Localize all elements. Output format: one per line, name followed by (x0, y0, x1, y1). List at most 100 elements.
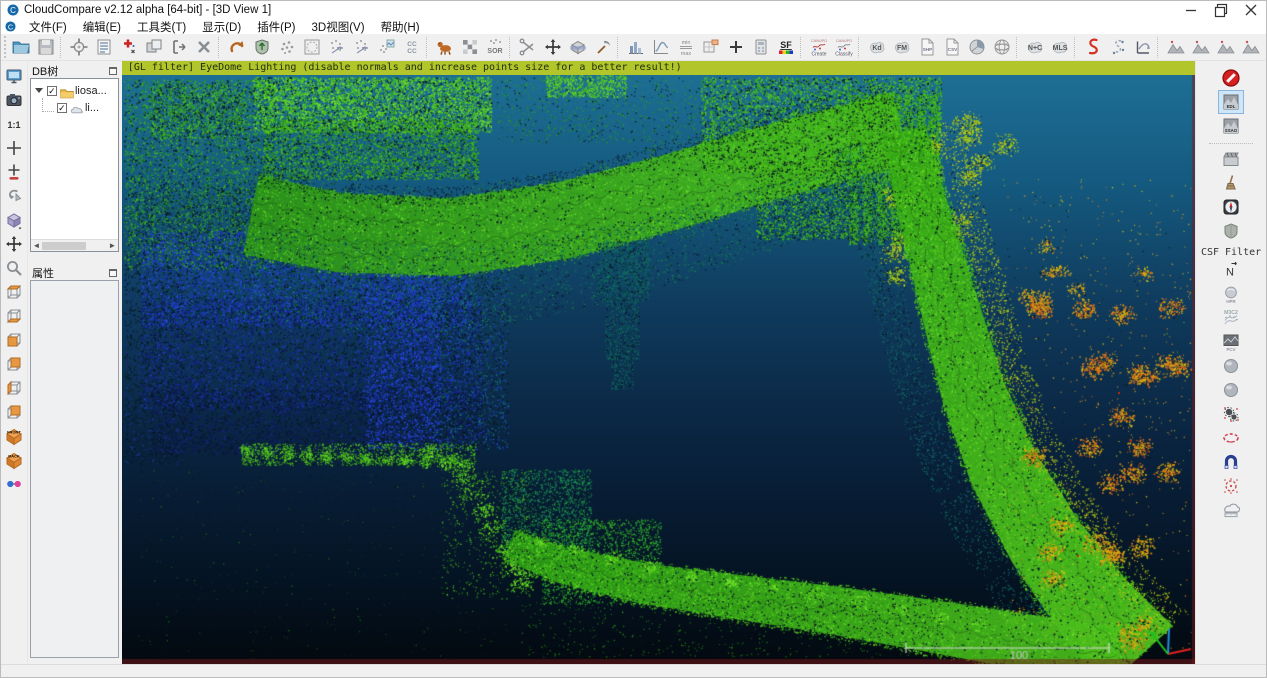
visibility-checkbox[interactable]: ✓ (47, 86, 57, 96)
view-back-button[interactable] (3, 354, 25, 374)
terrain-plugin-1-button[interactable] (1163, 35, 1188, 60)
auto-pick-center-button[interactable] (3, 162, 25, 182)
compute-normals-button[interactable] (249, 35, 274, 60)
sf-arithmetic-button[interactable] (748, 35, 773, 60)
view-front-button[interactable] (3, 330, 25, 350)
render-screen-button[interactable] (3, 66, 25, 86)
properties-list-button[interactable] (91, 35, 116, 60)
view-right-button[interactable] (3, 402, 25, 422)
view-front-solid-button[interactable]: FRONT (3, 426, 25, 446)
close-button[interactable] (1236, 1, 1266, 19)
sample-points-button[interactable] (299, 35, 324, 60)
3d-viewport[interactable]: [GL filter] EyeDome Lighting (disable no… (122, 61, 1195, 664)
subsample-button[interactable] (324, 35, 349, 60)
canupo-classify-button[interactable]: CANUPOClassify (831, 35, 856, 60)
m3c2-button[interactable]: M3C2 (1219, 307, 1243, 329)
terrain-plugin-2-button[interactable] (1188, 35, 1213, 60)
add-constant-sf-button[interactable] (723, 35, 748, 60)
zoom-1-1-button[interactable]: 1:1 (3, 114, 25, 134)
canupo-create-button[interactable]: CANUPOCreate (806, 35, 831, 60)
ellipser-button[interactable] (1219, 427, 1243, 449)
db-tree[interactable]: ✓liosa...✓li... ◄ ► (30, 78, 119, 252)
delete-button[interactable] (191, 35, 216, 60)
iso-view-button[interactable] (3, 210, 25, 230)
menu-d[interactable]: 显示(D) (194, 19, 249, 34)
merge-button[interactable] (166, 35, 191, 60)
disable-filters-button[interactable] (1219, 67, 1243, 89)
label-connected-button[interactable] (698, 35, 723, 60)
menu-h[interactable]: 帮助(H) (373, 19, 428, 34)
interactive-transform-button[interactable] (540, 35, 565, 60)
visibility-checkbox[interactable]: ✓ (57, 103, 67, 113)
zoom-fit-button[interactable] (3, 258, 25, 278)
sf-color-scale-button[interactable]: SF (773, 35, 798, 60)
db-tree-float-button[interactable] (109, 67, 117, 75)
screenshot-button[interactable] (3, 90, 25, 110)
terrain-plugin-4-button[interactable] (1238, 35, 1263, 60)
global-shift-button[interactable] (66, 35, 91, 60)
point-list-picking-button[interactable] (116, 35, 141, 60)
view-bottom-button[interactable] (3, 306, 25, 326)
pcv-button[interactable]: PCV (1219, 331, 1243, 353)
facets-button[interactable] (1219, 220, 1243, 242)
scroll-right-icon[interactable]: ► (107, 240, 118, 251)
segment-button[interactable] (515, 35, 540, 60)
cross-section-button[interactable] (565, 35, 590, 60)
clone-button[interactable] (141, 35, 166, 60)
csv-export-button[interactable]: CSV (939, 35, 964, 60)
clean-broom-button[interactable] (1219, 172, 1243, 194)
cloud-cloud-interp-button[interactable]: CCCC (399, 35, 424, 60)
facets-fm-button[interactable]: FM (889, 35, 914, 60)
menu-dv[interactable]: 3D视图(V) (304, 19, 373, 34)
rotate-view-button[interactable] (3, 186, 25, 206)
circle-fit-button[interactable] (1219, 475, 1243, 497)
terrain-plugin-5-button[interactable] (1263, 35, 1266, 60)
menu-e[interactable]: 编辑(E) (75, 19, 129, 34)
hpr-button[interactable]: HPR (1219, 283, 1243, 305)
sketch-points-button[interactable] (1105, 35, 1130, 60)
view-left-button[interactable] (3, 378, 25, 398)
pan-view-button[interactable] (3, 234, 25, 254)
ssao-filter-button[interactable]: SSAO (1219, 115, 1243, 137)
pick-rotation-center-button[interactable] (590, 35, 615, 60)
gaussian-filter-button[interactable] (432, 35, 457, 60)
view-top-button[interactable] (3, 282, 25, 302)
ransac-shapes-button[interactable] (1219, 379, 1243, 401)
octree-button[interactable] (274, 35, 299, 60)
sketch-curve-button[interactable] (1080, 35, 1105, 60)
hough-normals-button[interactable]: N (1219, 259, 1243, 281)
histogram-button[interactable] (623, 35, 648, 60)
restore-button[interactable] (1206, 1, 1236, 19)
translate-rotate-button[interactable] (224, 35, 249, 60)
open-file-button[interactable] (8, 35, 33, 60)
stereo-glasses-button[interactable] (3, 474, 25, 494)
set-pivot-center-button[interactable] (3, 138, 25, 158)
menu-f[interactable]: 文件(F) (21, 19, 75, 34)
tree-item-1[interactable]: ✓li... (31, 99, 118, 116)
mls-smoothing-button[interactable]: MLS (1047, 35, 1072, 60)
gears-button[interactable] (1219, 403, 1243, 425)
terrain-plugin-3-button[interactable] (1213, 35, 1238, 60)
scroll-left-icon[interactable]: ◄ (31, 240, 42, 251)
shp-export-button[interactable]: SHP (914, 35, 939, 60)
normals-curvature-button[interactable]: N+C (1022, 35, 1047, 60)
filter-points-button[interactable] (349, 35, 374, 60)
sphere-render-button[interactable] (989, 35, 1014, 60)
facets-pie-button[interactable] (964, 35, 989, 60)
kd-tree-button[interactable]: Kd (864, 35, 889, 60)
edl-filter-button[interactable]: EDL (1219, 91, 1243, 113)
db-tree-hscrollbar[interactable]: ◄ ► (31, 239, 118, 251)
view-back-solid-button[interactable]: BACK (3, 450, 25, 470)
chessboard-resample-button[interactable] (457, 35, 482, 60)
scale-minmax-button[interactable]: minmax (673, 35, 698, 60)
sor-filter-button[interactable]: SOR (482, 35, 507, 60)
expander-icon[interactable] (35, 88, 43, 93)
statistical-test-button[interactable] (648, 35, 673, 60)
cloud-measure-button[interactable] (1219, 499, 1243, 521)
interpolate-sf-button[interactable] (374, 35, 399, 60)
properties-float-button[interactable] (109, 269, 117, 277)
point-cloud-canvas[interactable] (122, 75, 1195, 664)
menu-t[interactable]: 工具类(T) (129, 19, 194, 34)
animation-button[interactable] (1219, 148, 1243, 170)
scroll-thumb[interactable] (42, 242, 86, 250)
